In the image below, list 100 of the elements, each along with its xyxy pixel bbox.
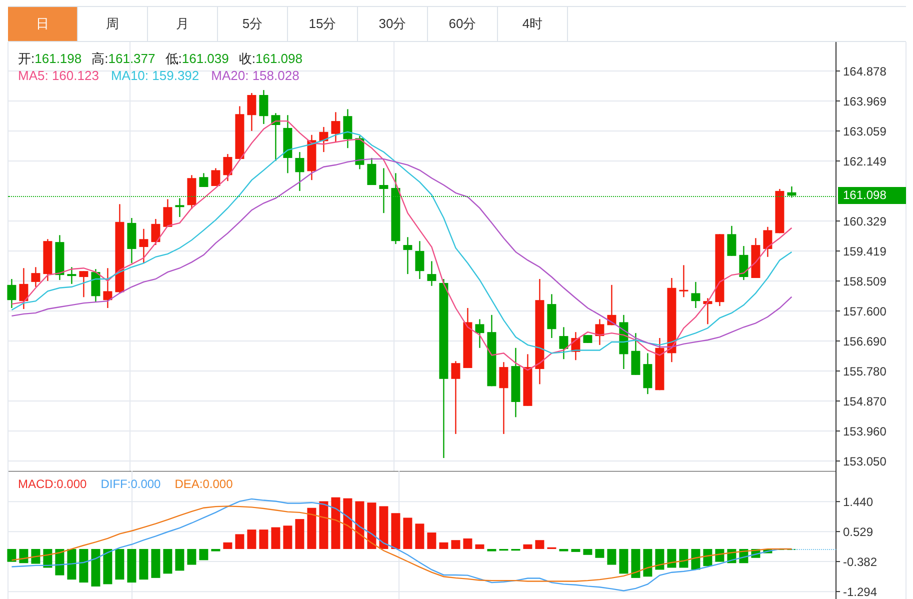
- candlestick: [763, 226, 772, 257]
- axis-tick-label: 163.969: [843, 94, 886, 108]
- quote-value: 161.198: [34, 50, 82, 67]
- candlestick: [427, 261, 436, 286]
- histogram-bar: [19, 548, 28, 564]
- axis-tick-label: 153.050: [843, 454, 886, 468]
- histogram-bar: [151, 548, 160, 578]
- histogram-bar: [643, 548, 652, 577]
- candlestick: [379, 168, 388, 214]
- candlestick: [43, 239, 52, 281]
- histogram-bar: [439, 542, 448, 549]
- candlestick: [631, 333, 640, 375]
- histogram-bar: [619, 548, 628, 574]
- histogram-bar: [307, 508, 316, 549]
- candlestick: [211, 168, 220, 186]
- candlestick: [595, 319, 604, 345]
- candlestick: [7, 279, 16, 308]
- histogram-bar: [763, 548, 772, 554]
- legend-item: MA20: 158.028: [211, 67, 300, 84]
- histogram-bar: [283, 526, 292, 549]
- histogram-bar: [523, 544, 532, 549]
- candlestick: [751, 238, 760, 278]
- histogram-bar: [163, 548, 172, 574]
- candlestick: [247, 93, 256, 131]
- candlestick: [127, 218, 136, 264]
- candlestick: [151, 218, 160, 246]
- histogram-bar: [259, 530, 268, 549]
- candlestick: [571, 332, 580, 360]
- candlestick: [643, 353, 652, 394]
- candlestick: [391, 173, 400, 244]
- histogram-bar: [475, 544, 484, 549]
- histogram-bar: [655, 548, 664, 570]
- histogram-bar: [319, 501, 328, 549]
- axis-tick-label: 153.960: [843, 424, 886, 438]
- histogram-bar: [379, 506, 388, 549]
- axis-tick-label: 158.509: [843, 274, 886, 288]
- quote-label: 高:: [92, 50, 108, 67]
- axis-tick-label: 156.690: [843, 334, 886, 348]
- histogram-bar: [91, 548, 100, 586]
- histogram-bar: [7, 548, 16, 562]
- legend-item: DEA:0.000: [174, 476, 233, 492]
- histogram-bar: [127, 548, 136, 583]
- quote-value: 161.039: [182, 50, 229, 67]
- axis-tick-label: 157.600: [843, 304, 886, 318]
- candlestick: [775, 188, 784, 234]
- axis-tick-label: 155.780: [843, 364, 886, 378]
- candlestick: [655, 338, 664, 390]
- candlestick: [583, 335, 592, 343]
- histogram-bar: [247, 530, 256, 549]
- dotted-guide-line: [792, 548, 836, 550]
- candlestick: [559, 327, 568, 360]
- histogram-bar: [175, 548, 184, 571]
- candlestick: [463, 308, 472, 368]
- candlestick: [283, 115, 292, 174]
- histogram-bar: [595, 548, 604, 558]
- quote-label: 收:: [238, 50, 256, 67]
- legend-item: MA10: 159.392: [110, 67, 200, 84]
- candlestick: [499, 362, 508, 434]
- histogram-bar: [67, 548, 76, 580]
- candlestick: [19, 268, 28, 309]
- candlestick: [91, 269, 100, 302]
- candlestick: [787, 186, 796, 198]
- candlestick: [139, 228, 148, 264]
- candlestick: [619, 314, 628, 369]
- candlestick: [487, 314, 496, 386]
- histogram-bar: [31, 548, 40, 564]
- histogram-bar: [583, 548, 592, 555]
- candlestick: [307, 134, 316, 180]
- histogram-bar: [667, 548, 676, 568]
- axis-tick-label: 159.419: [843, 244, 886, 258]
- candlestick: [367, 158, 376, 185]
- histogram-bar: [463, 538, 472, 549]
- histogram-bar: [427, 532, 436, 549]
- axis-tick-label: 0.529: [843, 525, 874, 540]
- histogram-bar: [367, 502, 376, 549]
- histogram-bar: [487, 548, 496, 552]
- candlestick: [223, 154, 232, 182]
- histogram-bar: [451, 540, 460, 549]
- histogram-bar: [355, 501, 364, 549]
- candlestick: [55, 235, 64, 280]
- histogram-bar: [79, 548, 88, 583]
- candlestick: [163, 199, 172, 227]
- histogram-bar: [103, 548, 112, 584]
- candlestick: [343, 109, 352, 148]
- candlestick: [739, 246, 748, 280]
- candlestick: [259, 90, 268, 124]
- candlestick: [607, 284, 616, 326]
- histogram-bar: [571, 548, 580, 552]
- candlestick: [175, 198, 184, 217]
- candlestick: [547, 294, 556, 338]
- candlestick: [187, 175, 196, 210]
- histogram-bar: [607, 548, 616, 565]
- histogram-bar: [511, 548, 520, 551]
- axis-tick-label: 163.059: [843, 124, 886, 138]
- candlestick: [235, 106, 244, 159]
- candlestick: [355, 136, 364, 170]
- candlestick: [331, 112, 340, 142]
- histogram-bar: [331, 497, 340, 549]
- candlestick: [415, 241, 424, 279]
- histogram-bar: [715, 548, 724, 562]
